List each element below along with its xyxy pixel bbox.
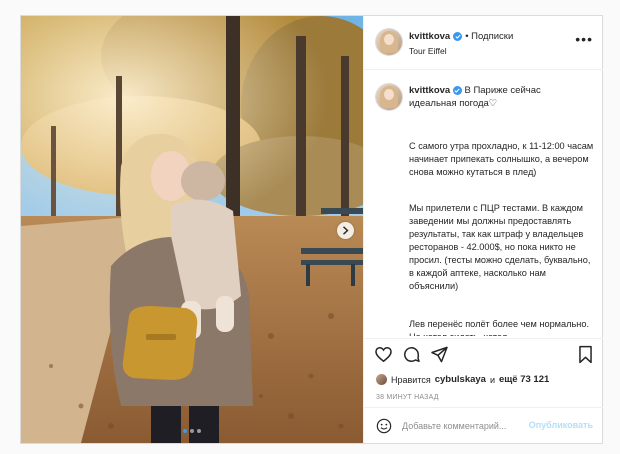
likes-summary[interactable]: Нравится cybulskaya и ещё 73 121 xyxy=(376,374,549,385)
carousel-dot xyxy=(190,429,194,433)
post-location[interactable]: Tour Eiffel xyxy=(409,46,447,56)
chevron-right-icon xyxy=(343,226,349,235)
caption-first-line: kvittkova В Париже сейчас идеальная пого… xyxy=(409,84,589,110)
more-options-icon[interactable]: ••• xyxy=(575,32,593,46)
verified-badge-icon xyxy=(452,86,462,95)
likes-connector: и xyxy=(489,374,495,385)
caption-paragraph: Мы прилетели с ПЦР тестами. В каждом зав… xyxy=(409,203,591,291)
post-timestamp[interactable]: 38 МИНУТ НАЗАД xyxy=(376,394,439,401)
park-photo-illustration xyxy=(21,16,363,443)
post-caption: kvittkova В Париже сейчас идеальная пого… xyxy=(364,70,603,336)
instagram-post: kvittkova • Подписки Tour Eiffel ••• kvi… xyxy=(20,15,603,444)
liker-avatar xyxy=(376,374,387,385)
post-side-panel: kvittkova • Подписки Tour Eiffel ••• kvi… xyxy=(363,16,603,443)
share-icon[interactable] xyxy=(430,345,449,369)
comment-icon[interactable] xyxy=(402,345,421,369)
likes-count[interactable]: ещё 73 121 xyxy=(499,374,549,385)
likes-prefix: Нравится xyxy=(391,374,431,385)
author-line: kvittkova • Подписки xyxy=(409,31,513,42)
comment-bar: Опубликовать xyxy=(364,407,603,444)
comment-input[interactable] xyxy=(402,418,532,434)
follow-status-button[interactable]: • Подписки xyxy=(465,31,513,42)
post-actions: Нравится cybulskaya и ещё 73 121 38 МИНУ… xyxy=(364,338,603,409)
bookmark-icon[interactable] xyxy=(577,345,594,369)
caption-author-avatar[interactable] xyxy=(376,84,402,110)
caption-paragraph: Лев перенёс полёт более чем нормально. Н… xyxy=(409,319,589,336)
heart-icon[interactable] xyxy=(374,345,393,369)
emoji-icon[interactable] xyxy=(376,418,392,439)
caption-paragraph: С самого утра прохладно, к 11-12:00 часа… xyxy=(409,141,594,177)
post-photo[interactable] xyxy=(21,16,363,443)
carousel-indicator xyxy=(21,429,363,433)
author-avatar[interactable] xyxy=(376,29,402,55)
author-username[interactable]: kvittkova xyxy=(409,31,450,42)
post-header: kvittkova • Подписки Tour Eiffel ••• xyxy=(364,16,603,70)
caption-username[interactable]: kvittkova xyxy=(409,85,450,96)
carousel-next-button[interactable] xyxy=(337,222,354,239)
liker-username[interactable]: cybulskaya xyxy=(435,374,486,385)
carousel-dot xyxy=(197,429,201,433)
publish-button[interactable]: Опубликовать xyxy=(529,420,593,430)
carousel-dot-active xyxy=(183,429,187,433)
verified-badge-icon xyxy=(453,32,463,41)
